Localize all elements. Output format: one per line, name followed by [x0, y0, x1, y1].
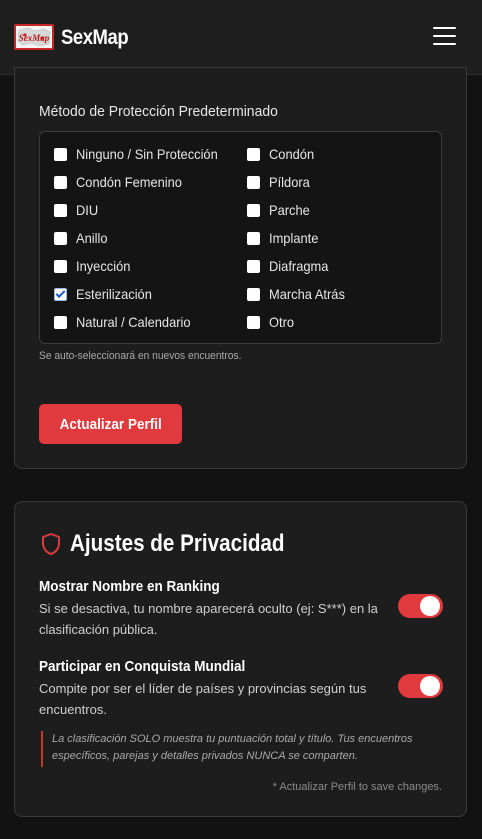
- protection-option-label: Inyección: [76, 258, 131, 274]
- auto-select-hint: Se auto-seleccionará en nuevos encuentro…: [39, 350, 242, 362]
- logo-icon[interactable]: SexMap: [14, 24, 54, 50]
- protection-option-label: DIU: [76, 202, 99, 218]
- protection-option[interactable]: Esterilización: [54, 284, 158, 304]
- privacy-notice: La clasificación SOLO muestra tu puntuac…: [41, 731, 443, 767]
- protection-option[interactable]: Otro: [247, 312, 296, 332]
- protection-option-label: Esterilización: [76, 286, 152, 302]
- protection-option[interactable]: Parche: [247, 200, 313, 220]
- protection-checkbox[interactable]: [247, 231, 260, 245]
- protection-option[interactable]: Anillo: [54, 228, 110, 248]
- protection-checkbox[interactable]: [54, 287, 67, 301]
- protection-option-label: Marcha Atrás: [269, 286, 345, 302]
- protection-checkbox[interactable]: [54, 259, 67, 273]
- hamburger-menu-icon[interactable]: [433, 27, 456, 46]
- protection-checkbox[interactable]: [247, 203, 260, 217]
- save-changes-note: * Actualizar Perfil to save changes.: [272, 781, 442, 793]
- top-bar: SexMap SexMap: [0, 0, 482, 75]
- protection-option[interactable]: Píldora: [247, 172, 313, 192]
- protection-option[interactable]: Natural / Calendario: [54, 312, 201, 332]
- protection-option[interactable]: DIU: [54, 200, 100, 220]
- profile-settings-card: Método de Protección Predeterminado Ning…: [14, 67, 467, 469]
- protection-options: Ninguno / Sin Protección Condón Condón Fem…: [39, 131, 442, 344]
- protection-option[interactable]: Condón Femenino: [54, 172, 191, 192]
- toggle-knob: [420, 596, 440, 616]
- privacy-title: Ajustes de Privacidad: [70, 530, 285, 557]
- privacy-settings-card: Ajustes de Privacidad Mostrar Nombre en …: [14, 501, 467, 817]
- protection-checkbox[interactable]: [247, 287, 260, 301]
- protection-option-label: Natural / Calendario: [76, 314, 191, 330]
- brand-name[interactable]: SexMap: [61, 26, 129, 50]
- protection-option-label: Ninguno / Sin Protección: [76, 146, 218, 162]
- protection-checkbox[interactable]: [54, 147, 67, 161]
- world-conquest-title: Participar en Conquista Mundial: [39, 658, 246, 675]
- protection-checkbox[interactable]: [247, 315, 260, 329]
- show-name-ranking-description: Si se desactiva, tu nombre aparecerá ocu…: [39, 601, 378, 637]
- protection-checkbox[interactable]: [247, 147, 260, 161]
- show-name-ranking-toggle[interactable]: [398, 594, 443, 618]
- protection-method-label: Método de Protección Predeterminado: [39, 103, 278, 120]
- protection-option[interactable]: Marcha Atrás: [247, 284, 351, 304]
- protection-checkbox[interactable]: [54, 315, 67, 329]
- protection-checkbox[interactable]: [247, 175, 260, 189]
- protection-option[interactable]: Implante: [247, 228, 323, 248]
- protection-option[interactable]: Condón: [247, 144, 318, 164]
- protection-checkbox[interactable]: [247, 259, 260, 273]
- protection-option-label: Condón: [269, 146, 315, 162]
- world-conquest-toggle[interactable]: [398, 674, 443, 698]
- world-conquest-description: Compite por ser el líder de países y pro…: [39, 681, 367, 717]
- protection-option-label: Implante: [269, 230, 319, 246]
- svg-text:SexMap: SexMap: [19, 33, 50, 43]
- protection-option-label: Anillo: [76, 230, 108, 246]
- toggle-knob: [420, 676, 440, 696]
- protection-checkbox[interactable]: [54, 231, 67, 245]
- protection-option-label: Otro: [269, 314, 295, 330]
- protection-checkbox[interactable]: [54, 203, 67, 217]
- show-name-ranking-title: Mostrar Nombre en Ranking: [39, 578, 220, 595]
- shield-icon: [42, 533, 60, 555]
- update-profile-button[interactable]: Actualizar Perfil: [39, 404, 182, 444]
- protection-option-label: Parche: [269, 202, 310, 218]
- protection-checkbox[interactable]: [54, 175, 67, 189]
- protection-option[interactable]: Inyección: [54, 256, 135, 276]
- protection-option-label: Diafragma: [269, 258, 329, 274]
- protection-option-label: Condón Femenino: [76, 174, 182, 190]
- protection-option-label: Píldora: [269, 174, 310, 190]
- protection-option[interactable]: Diafragma: [247, 256, 334, 276]
- protection-option[interactable]: Ninguno / Sin Protección: [54, 144, 230, 164]
